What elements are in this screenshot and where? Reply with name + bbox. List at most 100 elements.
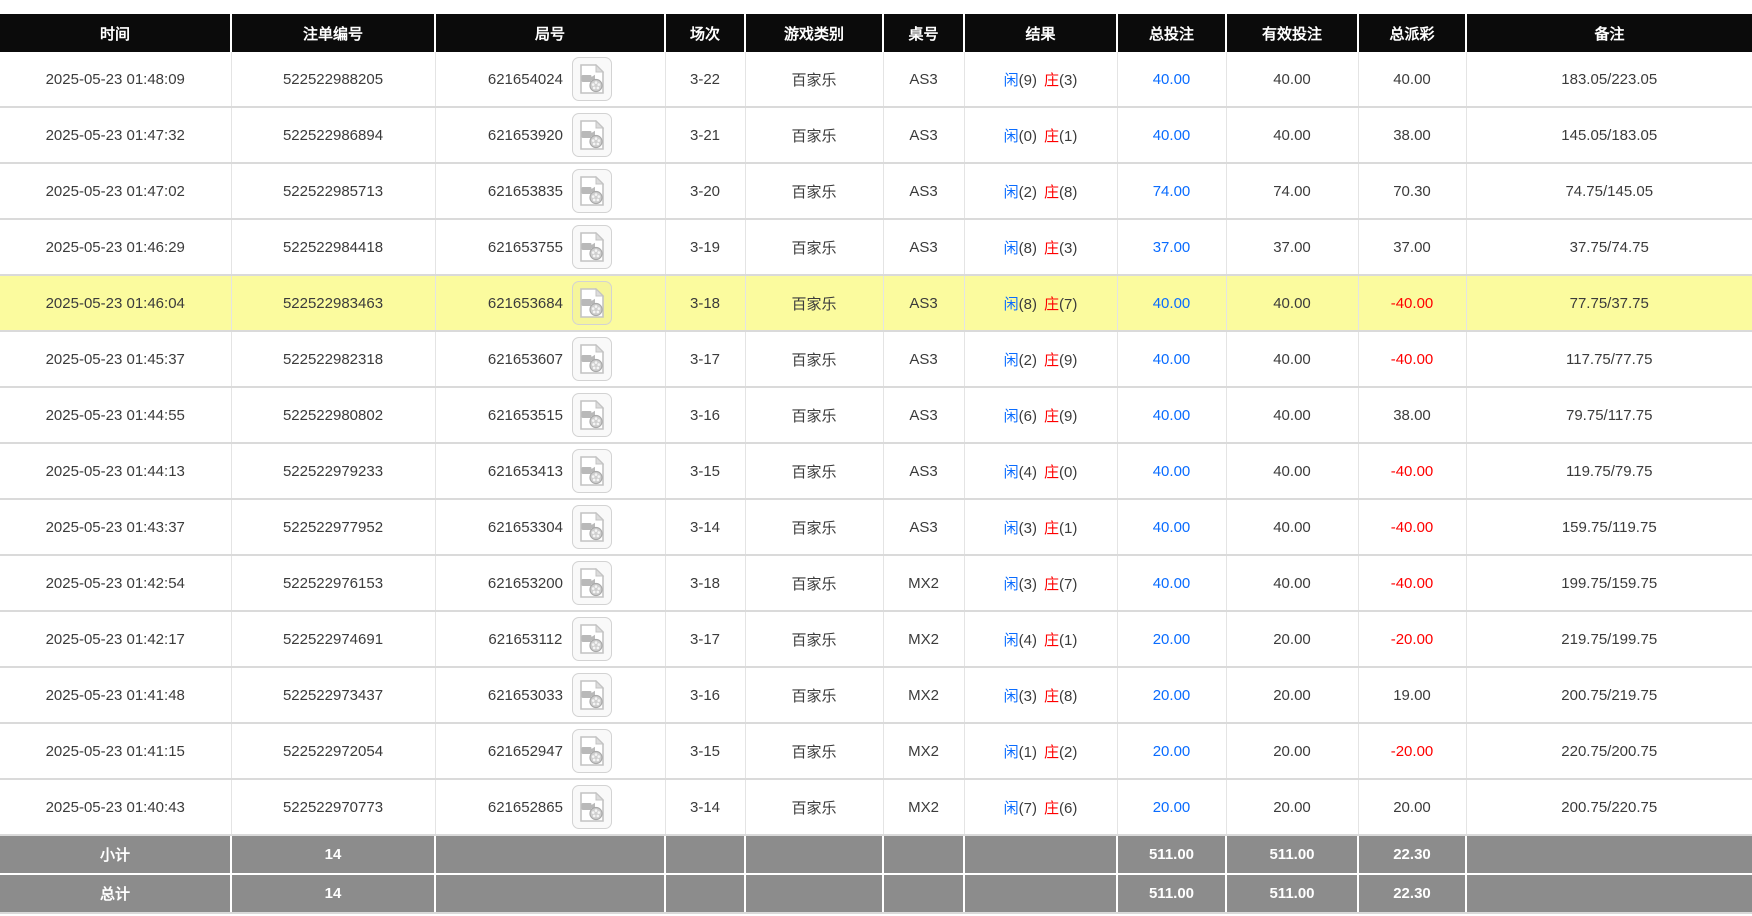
video-replay-button[interactable] xyxy=(572,57,612,101)
cell-payout: 38.00 xyxy=(1358,387,1466,443)
cell-round: 621653920 xyxy=(435,107,665,163)
video-replay-button[interactable] xyxy=(572,561,612,605)
banker-result-label: 庄 xyxy=(1044,576,1059,593)
player-result-value: (3) xyxy=(1019,520,1037,537)
table-row: 2025-05-23 01:44:13 522522979233 6216534… xyxy=(0,443,1752,499)
cell-valid-bet: 40.00 xyxy=(1226,52,1358,107)
cell-total-bet[interactable]: 20.00 xyxy=(1117,611,1226,667)
cell-round: 621652865 xyxy=(435,779,665,835)
cell-bet-id: 522522977952 xyxy=(231,499,435,555)
round-number: 621653835 xyxy=(488,183,563,200)
cell-valid-bet: 40.00 xyxy=(1226,331,1358,387)
round-number: 621653413 xyxy=(488,463,563,480)
total-total-bet: 511.00 xyxy=(1117,874,1226,913)
cell-session: 3-21 xyxy=(665,107,745,163)
empty-cell xyxy=(435,835,665,874)
cell-table-no: MX2 xyxy=(883,611,964,667)
cell-total-bet[interactable]: 40.00 xyxy=(1117,331,1226,387)
cell-session: 3-14 xyxy=(665,499,745,555)
empty-cell xyxy=(964,874,1117,913)
cell-total-bet[interactable]: 74.00 xyxy=(1117,163,1226,219)
video-replay-button[interactable] xyxy=(572,281,612,325)
cell-total-bet[interactable]: 40.00 xyxy=(1117,499,1226,555)
cell-time: 2025-05-23 01:44:55 xyxy=(0,387,231,443)
video-replay-button[interactable] xyxy=(572,393,612,437)
player-result-value: (8) xyxy=(1019,240,1037,257)
cell-valid-bet: 37.00 xyxy=(1226,219,1358,275)
cell-bet-id: 522522984418 xyxy=(231,219,435,275)
banker-result-label: 庄 xyxy=(1044,72,1059,89)
banker-result-value: (7) xyxy=(1059,576,1077,593)
player-result-value: (6) xyxy=(1019,408,1037,425)
round-number: 621652865 xyxy=(488,799,563,816)
cell-game-type: 百家乐 xyxy=(745,779,883,835)
cell-total-bet[interactable]: 40.00 xyxy=(1117,387,1226,443)
video-replay-button[interactable] xyxy=(572,729,612,773)
cell-session: 3-17 xyxy=(665,611,745,667)
player-result-value: (2) xyxy=(1019,352,1037,369)
video-replay-button[interactable] xyxy=(572,449,612,493)
video-replay-button[interactable] xyxy=(572,113,612,157)
cell-total-bet[interactable]: 20.00 xyxy=(1117,779,1226,835)
cell-round: 621653112 xyxy=(435,611,665,667)
table-row: 2025-05-23 01:42:54 522522976153 6216532… xyxy=(0,555,1752,611)
player-result-value: (7) xyxy=(1019,800,1037,817)
video-replay-button[interactable] xyxy=(572,169,612,213)
cell-total-bet[interactable]: 40.00 xyxy=(1117,275,1226,331)
banker-result-label: 庄 xyxy=(1044,800,1059,817)
cell-bet-id: 522522972054 xyxy=(231,723,435,779)
cell-time: 2025-05-23 01:41:15 xyxy=(0,723,231,779)
cell-result: 闲(2)庄(9) xyxy=(964,331,1117,387)
cell-valid-bet: 40.00 xyxy=(1226,387,1358,443)
bet-history-table: 时间 注单编号 局号 场次 游戏类别 桌号 结果 总投注 有效投注 总派彩 备注… xyxy=(0,14,1752,914)
banker-result-value: (1) xyxy=(1059,520,1077,537)
video-replay-button[interactable] xyxy=(572,785,612,829)
cell-time: 2025-05-23 01:48:09 xyxy=(0,52,231,107)
banker-result-value: (9) xyxy=(1059,408,1077,425)
cell-valid-bet: 20.00 xyxy=(1226,723,1358,779)
cell-remark: 200.75/220.75 xyxy=(1466,779,1752,835)
cell-game-type: 百家乐 xyxy=(745,611,883,667)
player-result-value: (2) xyxy=(1019,184,1037,201)
round-number: 621653920 xyxy=(488,127,563,144)
player-result-value: (0) xyxy=(1019,128,1037,145)
video-replay-button[interactable] xyxy=(572,225,612,269)
cell-total-bet[interactable]: 20.00 xyxy=(1117,723,1226,779)
banker-result-value: (9) xyxy=(1059,352,1077,369)
video-replay-button[interactable] xyxy=(572,617,612,661)
cell-remark: 199.75/159.75 xyxy=(1466,555,1752,611)
cell-remark: 74.75/145.05 xyxy=(1466,163,1752,219)
video-replay-button[interactable] xyxy=(572,673,612,717)
banker-result-label: 庄 xyxy=(1044,520,1059,537)
cell-payout: -40.00 xyxy=(1358,555,1466,611)
empty-cell xyxy=(665,835,745,874)
cell-result: 闲(0)庄(1) xyxy=(964,107,1117,163)
player-result-value: (4) xyxy=(1019,632,1037,649)
cell-total-bet[interactable]: 40.00 xyxy=(1117,443,1226,499)
cell-total-bet[interactable]: 37.00 xyxy=(1117,219,1226,275)
round-number: 621653684 xyxy=(488,295,563,312)
cell-payout: -40.00 xyxy=(1358,499,1466,555)
cell-total-bet[interactable]: 40.00 xyxy=(1117,52,1226,107)
cell-total-bet[interactable]: 20.00 xyxy=(1117,667,1226,723)
cell-payout: -20.00 xyxy=(1358,611,1466,667)
video-replay-icon xyxy=(579,232,605,262)
player-result-label: 闲 xyxy=(1004,464,1019,481)
video-replay-button[interactable] xyxy=(572,505,612,549)
cell-table-no: MX2 xyxy=(883,555,964,611)
player-result-value: (3) xyxy=(1019,576,1037,593)
cell-remark: 145.05/183.05 xyxy=(1466,107,1752,163)
empty-cell xyxy=(1466,835,1752,874)
banker-result-label: 庄 xyxy=(1044,296,1059,313)
round-number: 621653607 xyxy=(488,351,563,368)
cell-session: 3-14 xyxy=(665,779,745,835)
video-replay-button[interactable] xyxy=(572,337,612,381)
table-row: 2025-05-23 01:47:32 522522986894 6216539… xyxy=(0,107,1752,163)
cell-total-bet[interactable]: 40.00 xyxy=(1117,107,1226,163)
cell-bet-id: 522522982318 xyxy=(231,331,435,387)
col-header-session: 场次 xyxy=(665,14,745,52)
cell-table-no: AS3 xyxy=(883,387,964,443)
cell-session: 3-17 xyxy=(665,331,745,387)
cell-total-bet[interactable]: 40.00 xyxy=(1117,555,1226,611)
subtotal-row: 小计 14 511.00 511.00 22.30 xyxy=(0,835,1752,874)
